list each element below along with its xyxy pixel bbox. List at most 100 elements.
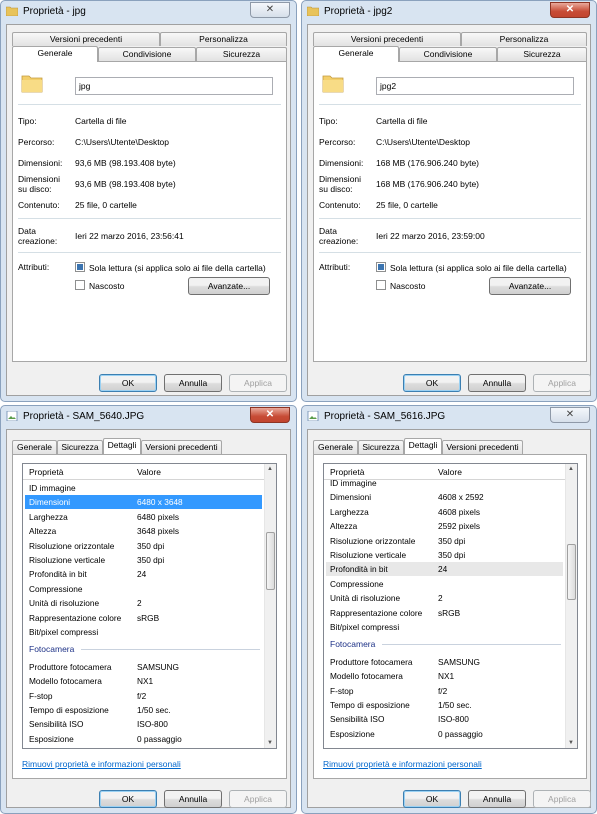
hidden-checkbox[interactable] <box>75 280 85 290</box>
table-row[interactable]: Unità di risoluzione 2 <box>25 596 262 610</box>
hidden-checkbox[interactable] <box>376 280 386 290</box>
close-button[interactable]: ✕ <box>250 407 290 423</box>
tab-generale[interactable]: Generale <box>12 440 57 454</box>
table-row[interactable]: Compressione <box>25 582 262 596</box>
column-header-value[interactable]: Valore <box>137 467 161 477</box>
table-row[interactable]: Profondità in bit 24 <box>326 562 563 577</box>
size-value: 168 MB (176.906.240 byte) <box>376 158 480 168</box>
apply-button[interactable]: Applica <box>229 374 287 392</box>
close-button[interactable]: ✕ <box>550 407 590 423</box>
table-row[interactable]: F-stop f/2 <box>326 684 563 698</box>
apply-button[interactable]: Applica <box>533 790 591 808</box>
ok-button[interactable]: OK <box>403 374 461 392</box>
tab-generale[interactable]: Generale <box>313 46 399 62</box>
table-row[interactable]: Compressione <box>326 577 563 591</box>
divider <box>319 104 581 105</box>
advanced-button[interactable]: Avanzate... <box>188 277 270 295</box>
tab-sicurezza[interactable]: Sicurezza <box>57 440 103 454</box>
window-title: Proprietà - jpg2 <box>324 6 393 17</box>
title-bar[interactable]: Proprietà - SAM_5616.JPG ✕ <box>302 406 596 430</box>
ok-button[interactable]: OK <box>99 790 157 808</box>
remove-properties-link[interactable]: Rimuovi proprietà e informazioni persona… <box>22 759 181 769</box>
table-row[interactable]: Larghezza 6480 pixels <box>25 510 262 524</box>
ok-button[interactable]: OK <box>403 790 461 808</box>
tab-generale[interactable]: Generale <box>313 440 358 454</box>
cancel-button[interactable]: Annulla <box>164 374 222 392</box>
table-row[interactable]: Esposizione 0 passaggio <box>25 732 262 746</box>
table-row[interactable]: Profondità in bit 24 <box>25 567 262 581</box>
column-header-property[interactable]: Proprietà <box>29 467 64 477</box>
table-row[interactable]: Risoluzione orizzontale 350 dpi <box>326 534 563 548</box>
tab-personalizza[interactable]: Personalizza <box>461 32 587 46</box>
table-row[interactable]: Unità di risoluzione 2 <box>326 591 563 605</box>
scrollbar[interactable]: ▲ ▼ <box>565 464 577 748</box>
title-bar[interactable]: Proprietà - jpg2 ✕ <box>302 1 596 25</box>
tab-dettagli[interactable]: Dettagli <box>404 438 442 454</box>
scroll-up-icon[interactable]: ▲ <box>267 466 273 472</box>
tab-versioni-precedenti[interactable]: Versioni precedenti <box>141 440 222 454</box>
table-row[interactable]: ID immagine <box>326 476 563 490</box>
table-row[interactable]: Risoluzione orizzontale 350 dpi <box>25 539 262 553</box>
readonly-checkbox[interactable] <box>75 262 85 272</box>
tab-condivisione[interactable]: Condivisione <box>399 47 497 61</box>
cancel-button[interactable]: Annulla <box>468 790 526 808</box>
remove-properties-link[interactable]: Rimuovi proprietà e informazioni persona… <box>323 759 482 769</box>
table-row[interactable]: Altezza 3648 pixels <box>25 524 262 538</box>
title-bar[interactable]: Proprietà - jpg ✕ <box>1 1 296 25</box>
ok-button[interactable]: OK <box>99 374 157 392</box>
table-row[interactable]: Rappresentazione colore sRGB <box>25 611 262 625</box>
scroll-thumb[interactable] <box>266 532 275 590</box>
table-row[interactable]: Esposizione 0 passaggio <box>326 727 563 741</box>
table-row[interactable]: Risoluzione verticale 350 dpi <box>326 548 563 562</box>
table-row[interactable]: Risoluzione verticale 350 dpi <box>25 553 262 567</box>
tab-generale[interactable]: Generale <box>12 46 98 62</box>
table-row[interactable]: Sensibilità ISO ISO-800 <box>326 712 563 726</box>
table-row[interactable]: Altezza 2592 pixels <box>326 519 563 533</box>
table-row[interactable]: Produttore fotocamera SAMSUNG <box>25 660 262 674</box>
properties-window-jpg: Proprietà - jpg ✕ Versioni precedenti Pe… <box>0 0 297 402</box>
tab-sicurezza[interactable]: Sicurezza <box>196 47 287 61</box>
table-row[interactable]: Tempo di esposizione 1/50 sec. <box>25 703 262 717</box>
details-list[interactable]: Proprietà Valore ID immagine Dimensioni 46… <box>323 463 578 749</box>
tab-condivisione[interactable]: Condivisione <box>98 47 196 61</box>
tab-personalizza[interactable]: Personalizza <box>160 32 287 46</box>
property-name: Bit/pixel compressi <box>330 622 400 632</box>
title-bar[interactable]: Proprietà - SAM_5640.JPG ✕ <box>1 406 296 430</box>
tab-versioni-precedenti[interactable]: Versioni precedenti <box>12 32 160 46</box>
table-row[interactable]: Rappresentazione colore sRGB <box>326 606 563 620</box>
table-row[interactable]: Dimensioni 4608 x 2592 <box>326 490 563 504</box>
table-row[interactable]: Larghezza 4608 pixels <box>326 505 563 519</box>
readonly-checkbox[interactable] <box>376 262 386 272</box>
cancel-button[interactable]: Annulla <box>164 790 222 808</box>
table-row[interactable]: Modello fotocamera NX1 <box>25 674 262 688</box>
close-button[interactable]: ✕ <box>550 2 590 18</box>
scrollbar[interactable]: ▲ ▼ <box>264 464 276 748</box>
folder-name-field[interactable]: jpg <box>75 77 273 95</box>
table-row[interactable]: Dimensioni 6480 x 3648 <box>25 495 262 510</box>
scroll-down-icon[interactable]: ▼ <box>568 740 574 746</box>
table-row[interactable]: Produttore fotocamera SAMSUNG <box>326 655 563 669</box>
apply-button[interactable]: Applica <box>229 790 287 808</box>
table-row[interactable]: Modello fotocamera NX1 <box>326 669 563 683</box>
scroll-thumb[interactable] <box>567 544 576 600</box>
scroll-up-icon[interactable]: ▲ <box>568 466 574 472</box>
details-list[interactable]: Proprietà Valore ID immagine Dimensioni 64… <box>22 463 277 749</box>
close-button[interactable]: ✕ <box>250 2 290 18</box>
tab-sicurezza[interactable]: Sicurezza <box>358 440 404 454</box>
apply-button[interactable]: Applica <box>533 374 591 392</box>
table-row[interactable]: Tempo di esposizione 1/50 sec. <box>326 698 563 712</box>
tab-sicurezza[interactable]: Sicurezza <box>497 47 587 61</box>
table-row[interactable]: ID immagine <box>25 481 262 495</box>
table-row[interactable]: Bit/pixel compressi <box>326 620 563 634</box>
tab-versioni-precedenti[interactable]: Versioni precedenti <box>313 32 461 46</box>
table-row[interactable]: Sensibilità ISO ISO-800 <box>25 717 262 731</box>
table-row[interactable]: Bit/pixel compressi <box>25 625 262 639</box>
scroll-down-icon[interactable]: ▼ <box>267 740 273 746</box>
tab-versioni-precedenti[interactable]: Versioni precedenti <box>442 440 523 454</box>
table-row[interactable]: F-stop f/2 <box>25 689 262 703</box>
tab-dettagli[interactable]: Dettagli <box>103 438 141 454</box>
folder-name-field[interactable]: jpg2 <box>376 77 574 95</box>
cancel-button[interactable]: Annulla <box>468 374 526 392</box>
property-value: 350 dpi <box>137 540 165 551</box>
advanced-button[interactable]: Avanzate... <box>489 277 571 295</box>
